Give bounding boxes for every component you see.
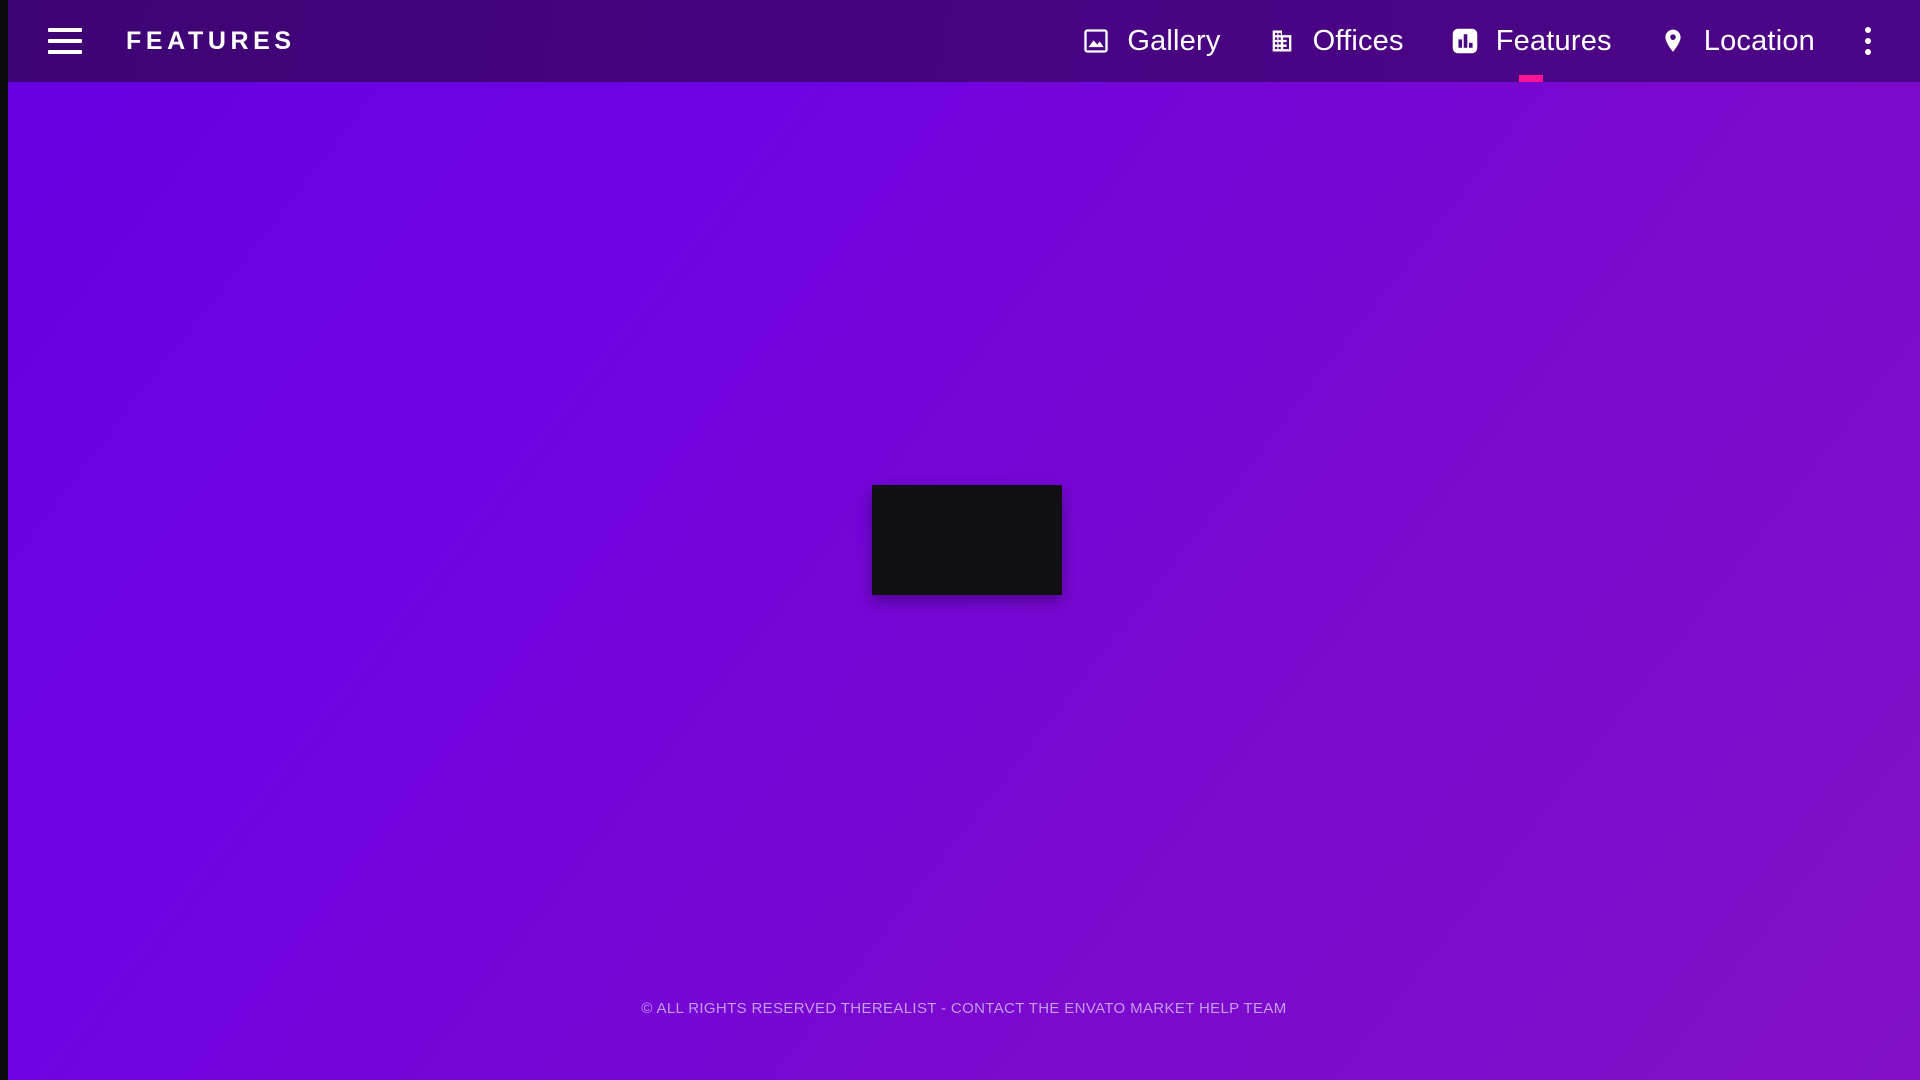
left-edge-gutter — [0, 0, 8, 1080]
active-tab-indicator — [1518, 75, 1543, 82]
overflow-dot-3 — [1865, 49, 1871, 55]
main-content: © ALL RIGHTS RESERVED THEREALIST - CONTA… — [8, 82, 1920, 1080]
hamburger-bar-1 — [48, 28, 82, 32]
nav-tabs: Gallery Offices Features Location — [1058, 0, 1838, 82]
tab-location-label: Location — [1703, 24, 1815, 57]
brand-title: FEATURES — [126, 26, 296, 55]
map-pin-icon — [1658, 26, 1688, 56]
hamburger-menu-icon[interactable] — [48, 28, 82, 54]
media-placeholder[interactable] — [872, 485, 1062, 595]
image-icon — [1081, 26, 1111, 56]
hamburger-bar-3 — [48, 50, 82, 54]
hamburger-bar-2 — [48, 39, 82, 43]
footer: © ALL RIGHTS RESERVED THEREALIST - CONTA… — [8, 1000, 1920, 1018]
app-root: FEATURES Gallery Offices Features Locati… — [0, 0, 1920, 1080]
page-stage: FEATURES Gallery Offices Features Locati… — [8, 0, 1920, 1080]
more-vertical-icon[interactable] — [1838, 0, 1898, 82]
tab-gallery-label: Gallery — [1127, 24, 1221, 57]
tab-features-label: Features — [1495, 24, 1612, 57]
overflow-dot-1 — [1865, 27, 1871, 33]
tab-offices-label: Offices — [1312, 24, 1404, 57]
tab-location[interactable]: Location — [1635, 0, 1838, 82]
building-icon — [1267, 26, 1297, 56]
app-bar-left-group: FEATURES — [8, 27, 296, 56]
bar-chart-icon — [1450, 26, 1480, 56]
tab-offices[interactable]: Offices — [1244, 0, 1427, 82]
app-bar: FEATURES Gallery Offices Features Locati… — [8, 0, 1920, 82]
tab-gallery[interactable]: Gallery — [1058, 0, 1243, 82]
overflow-dot-2 — [1865, 38, 1871, 44]
footer-copyright-text: © ALL RIGHTS RESERVED THEREALIST - CONTA… — [641, 1000, 1287, 1017]
tab-features[interactable]: Features — [1427, 0, 1635, 82]
